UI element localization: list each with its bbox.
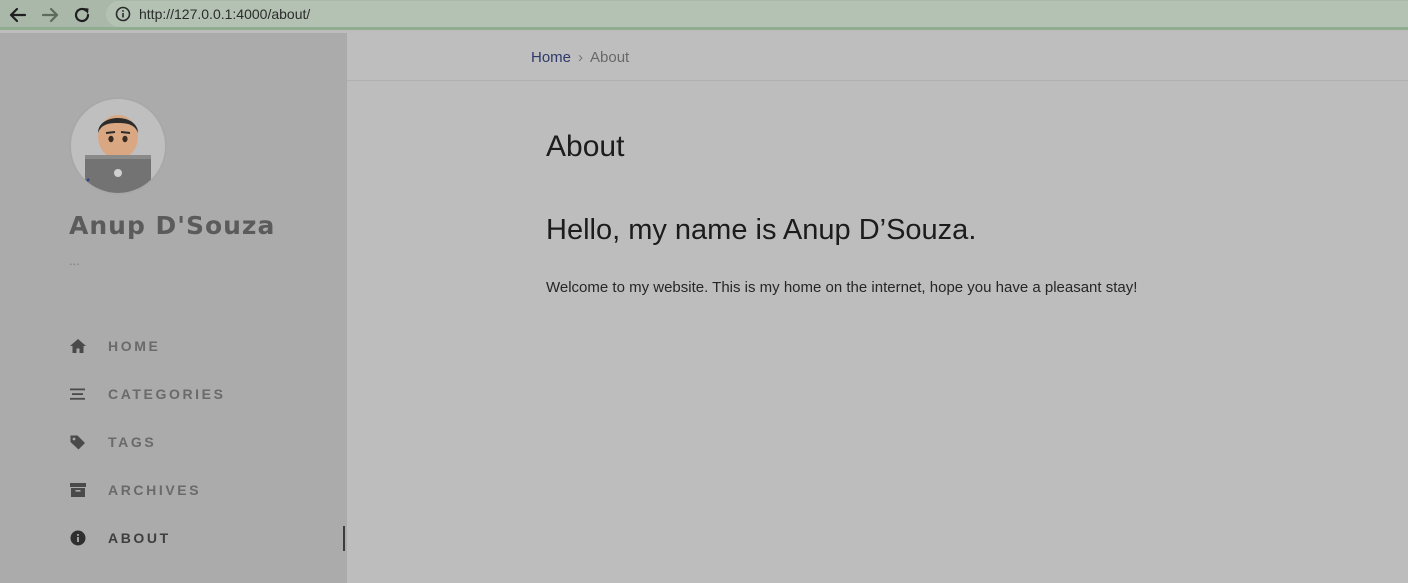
active-indicator [343,526,345,551]
sidebar-item-label: ARCHIVES [108,482,202,498]
sidebar-item-archives[interactable]: ARCHIVES [69,473,345,507]
url-text[interactable]: http://127.0.0.1:4000/about/ [139,6,310,22]
reload-icon [74,7,90,23]
post-heading: Hello, my name is Anup D’Souza. [546,214,977,246]
sidebar-item-home[interactable]: HOME [69,329,345,363]
breadcrumb: Home › About [531,49,629,66]
post-body: Welcome to my website. This is my home o… [546,279,1138,296]
breadcrumb-current: About [590,49,630,66]
main-content: About Hello, my name is Anup D’Souza. We… [347,81,1408,583]
breadcrumb-separator: › [578,49,584,66]
topbar: Home › About [347,33,1408,81]
breadcrumb-home-link[interactable]: Home [531,49,571,66]
tag-icon [69,433,87,451]
site-subtitle: ... [69,253,80,268]
sidebar: Anup D'Souza ... HOME CATEGORIES TAGS AR… [0,33,347,583]
stream-icon [69,385,87,403]
sidebar-item-label: ABOUT [108,530,171,546]
address-bar[interactable]: http://127.0.0.1:4000/about/ [106,1,1408,27]
arrow-right-icon [41,7,59,23]
sidebar-item-categories[interactable]: CATEGORIES [69,377,345,411]
sidebar-item-tags[interactable]: TAGS [69,425,345,459]
info-circle-icon [69,529,87,547]
arrow-left-icon [9,7,27,23]
sidebar-item-label: HOME [108,338,161,354]
forward-button[interactable] [39,4,61,26]
home-icon [69,337,87,355]
info-circle-icon[interactable] [115,6,131,22]
avatar[interactable] [69,97,167,195]
page-title: About [546,130,625,163]
technologist-emoji-icon [85,115,151,193]
reload-button[interactable] [71,4,93,26]
browser-toolbar: http://127.0.0.1:4000/about/ [0,0,1408,30]
sidebar-item-label: TAGS [108,434,157,450]
site-title[interactable]: Anup D'Souza [69,211,275,240]
archive-icon [69,481,87,499]
sidebar-item-label: CATEGORIES [108,386,226,402]
sidebar-item-about[interactable]: ABOUT [69,521,345,555]
back-button[interactable] [7,4,29,26]
